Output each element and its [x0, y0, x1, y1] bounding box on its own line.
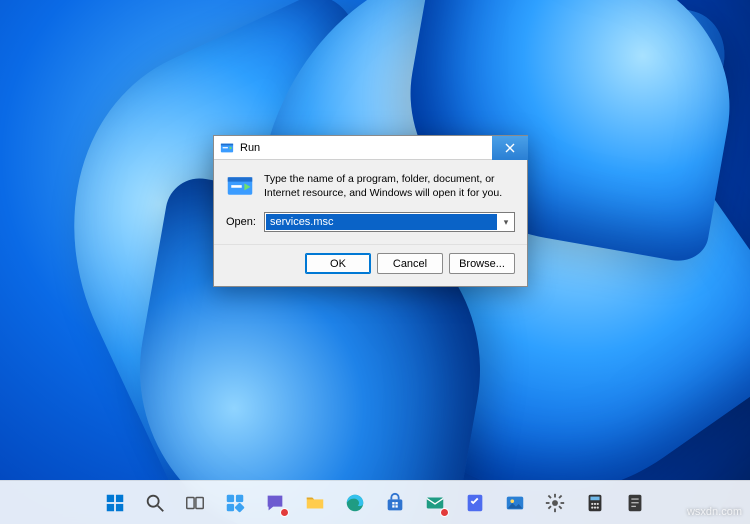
taskbar-chat[interactable]: [258, 486, 292, 520]
task-view-icon: [184, 492, 206, 514]
taskbar-todo[interactable]: [458, 486, 492, 520]
todo-icon: [464, 492, 486, 514]
folder-icon: [304, 492, 326, 514]
badge-icon: [280, 508, 289, 517]
photos-icon: [504, 492, 526, 514]
close-button[interactable]: [492, 136, 528, 160]
taskbar-widgets[interactable]: [218, 486, 252, 520]
open-label: Open:: [226, 216, 256, 228]
browse-button[interactable]: Browse...: [449, 253, 515, 274]
run-app-icon: [226, 172, 254, 200]
notes-icon: [624, 492, 646, 514]
taskbar-file-explorer[interactable]: [298, 486, 332, 520]
taskbar-settings[interactable]: [538, 486, 572, 520]
taskbar-photos[interactable]: [498, 486, 532, 520]
store-icon: [384, 492, 406, 514]
open-combobox[interactable]: ▾: [264, 212, 515, 232]
taskbar-search[interactable]: [138, 486, 172, 520]
open-input[interactable]: [266, 214, 497, 230]
titlebar[interactable]: Run: [214, 136, 527, 160]
search-icon: [144, 492, 166, 514]
gear-icon: [544, 492, 566, 514]
cancel-button[interactable]: Cancel: [377, 253, 443, 274]
dialog-content: Type the name of a program, folder, docu…: [214, 160, 527, 208]
taskbar-calculator[interactable]: [578, 486, 612, 520]
dialog-description: Type the name of a program, folder, docu…: [264, 172, 515, 200]
badge-icon: [440, 508, 449, 517]
chevron-down-icon[interactable]: ▾: [498, 217, 514, 228]
taskbar-notes[interactable]: [618, 486, 652, 520]
ok-button[interactable]: OK: [305, 253, 371, 274]
run-app-icon: [220, 141, 234, 155]
windows-logo-icon: [104, 492, 126, 514]
close-icon: [505, 143, 515, 153]
open-row: Open: ▾: [214, 208, 527, 244]
window-title: Run: [240, 142, 492, 154]
button-row: OK Cancel Browse...: [214, 244, 527, 286]
run-dialog: Run Type the name of a program, folder, …: [213, 135, 528, 287]
watermark: wsxdn.com: [687, 506, 742, 518]
edge-icon: [344, 492, 366, 514]
taskbar-edge[interactable]: [338, 486, 372, 520]
taskbar-mail[interactable]: [418, 486, 452, 520]
taskbar-task-view[interactable]: [178, 486, 212, 520]
taskbar: [0, 480, 750, 524]
calculator-icon: [584, 492, 606, 514]
taskbar-start[interactable]: [98, 486, 132, 520]
desktop: Run Type the name of a program, folder, …: [0, 0, 750, 524]
widgets-icon: [224, 492, 246, 514]
taskbar-store[interactable]: [378, 486, 412, 520]
